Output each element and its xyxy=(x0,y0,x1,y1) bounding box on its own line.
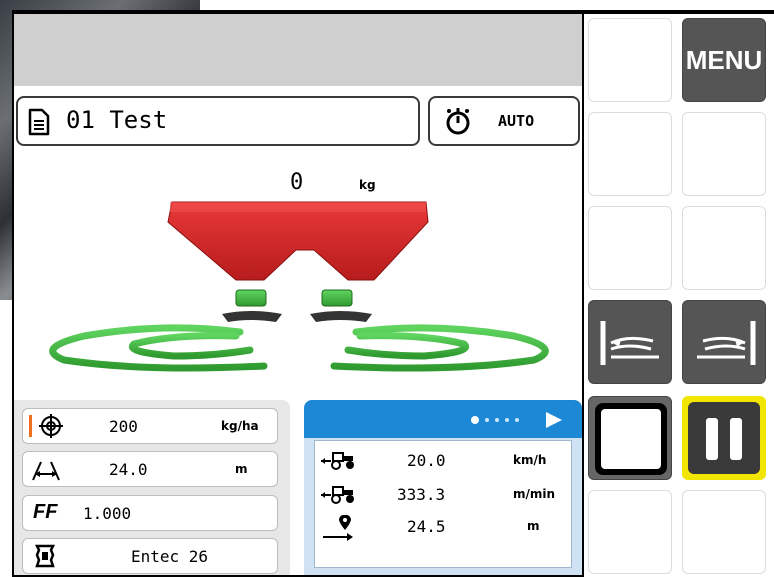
fertilizer-name: Entec 26 xyxy=(131,547,209,566)
menu-button[interactable]: MENU xyxy=(682,18,766,102)
menu-label: MENU xyxy=(685,44,763,75)
softkey-empty-4[interactable] xyxy=(588,206,672,290)
hopper xyxy=(167,201,429,281)
width-value: 24.0 xyxy=(109,460,148,479)
spread-pattern-right xyxy=(330,324,549,372)
distance-icon xyxy=(323,514,353,541)
flow-value: 333.3 xyxy=(397,485,446,504)
stopwatch-icon xyxy=(446,108,470,135)
stats-list: 20.0 km/h 333.3 m/min 24.5 m xyxy=(314,440,572,568)
pause-icon xyxy=(688,402,760,474)
flow-row: 333.3 m/min xyxy=(315,479,573,509)
rate-unit: kg/ha xyxy=(221,419,259,433)
left-boundary-icon xyxy=(600,321,659,365)
softkey-empty-6[interactable] xyxy=(588,490,672,574)
working-width-icon xyxy=(32,461,60,481)
job-name: 01 Test xyxy=(66,106,168,134)
metering-units xyxy=(222,289,372,322)
mode-box[interactable]: AUTO xyxy=(428,96,580,146)
mode-label: AUTO xyxy=(498,112,535,130)
page-indicator xyxy=(471,412,562,428)
stats-header[interactable] xyxy=(304,400,582,438)
width-row[interactable]: 24.0 m xyxy=(22,451,278,487)
spread-pattern-left xyxy=(49,324,268,372)
flow-factor-row[interactable]: FF 1.000 xyxy=(22,495,278,531)
target-icon xyxy=(29,414,63,438)
tractor-flow-icon xyxy=(321,486,354,504)
speed-value: 20.0 xyxy=(407,451,446,470)
softkey-empty-3[interactable] xyxy=(682,112,766,196)
pause-button[interactable] xyxy=(682,396,766,480)
stats-panel: 20.0 km/h 333.3 m/min 24.5 m xyxy=(304,400,582,575)
next-page-icon xyxy=(546,412,562,428)
fertilizer-bag-icon xyxy=(34,544,56,568)
status-bar xyxy=(14,14,582,86)
stop-icon xyxy=(595,403,667,475)
flow-factor-label: FF xyxy=(33,501,58,523)
job-name-box[interactable]: 01 Test xyxy=(16,96,420,146)
softkey-empty-2[interactable] xyxy=(588,112,672,196)
tractor-speed-icon xyxy=(321,452,354,470)
softkey-empty-7[interactable] xyxy=(682,490,766,574)
distance-unit: m xyxy=(527,519,540,533)
speed-unit: km/h xyxy=(513,453,547,467)
flow-unit: m/min xyxy=(513,487,556,501)
softkey-empty-5[interactable] xyxy=(682,206,766,290)
stop-button[interactable] xyxy=(588,396,672,480)
spreader-graphic xyxy=(49,201,549,372)
rate-row[interactable]: 200 kg/ha xyxy=(22,408,278,444)
speed-row: 20.0 km/h xyxy=(315,445,573,475)
rate-value: 200 xyxy=(109,417,138,436)
flow-factor-value: 1.000 xyxy=(83,504,132,523)
right-boundary-icon xyxy=(697,321,756,365)
document-icon xyxy=(28,108,50,136)
fertilizer-row[interactable]: Entec 26 xyxy=(22,538,278,574)
width-unit: m xyxy=(235,462,248,476)
softkey-empty-1[interactable] xyxy=(588,18,672,102)
distance-value: 24.5 xyxy=(407,517,446,536)
distance-row: 24.5 m xyxy=(315,511,573,541)
right-boundary-spread-button[interactable] xyxy=(682,300,766,384)
left-boundary-spread-button[interactable] xyxy=(588,300,672,384)
